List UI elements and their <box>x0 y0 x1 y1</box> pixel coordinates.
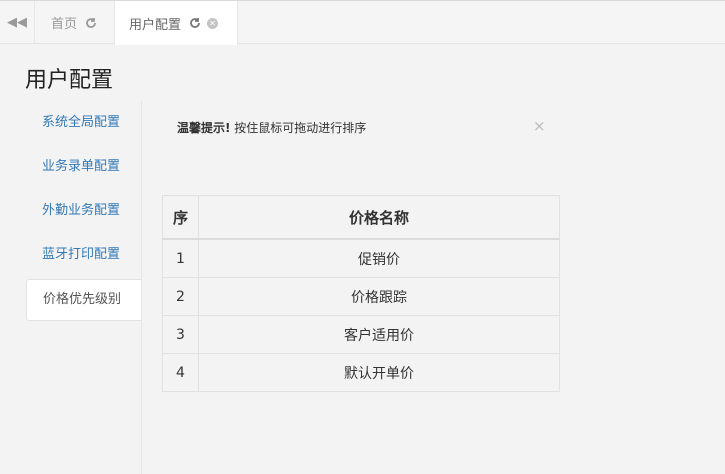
row-price-name: 客户适用价 <box>198 315 560 354</box>
row-price-name: 促销价 <box>198 238 560 278</box>
tab-scroll-left-button[interactable]: ◀◀ <box>0 1 34 44</box>
row-seq: 2 <box>162 277 199 316</box>
close-icon[interactable]: × <box>533 117 546 135</box>
column-header-price-name: 价格名称 <box>198 195 560 240</box>
sidebar-item-bluetooth-config[interactable]: 蓝牙打印配置 <box>26 233 142 277</box>
refresh-icon[interactable] <box>189 17 201 29</box>
column-header-seq: 序 <box>162 195 199 240</box>
sidebar-item-order-config[interactable]: 业务录单配置 <box>26 145 142 189</box>
double-left-arrow-icon: ◀◀ <box>7 15 27 30</box>
tip-text: 按住鼠标可拖动进行排序 <box>230 121 367 135</box>
price-priority-table: 序 价格名称 1 促销价 2 价格跟踪 3 客户适用价 4 默认开单价 <box>162 195 560 392</box>
page-title: 用户配置 <box>25 68 114 93</box>
table-row[interactable]: 1 促销价 <box>162 238 560 278</box>
refresh-icon[interactable] <box>85 17 97 29</box>
row-price-name: 默认开单价 <box>198 353 560 392</box>
sidebar-nav: 系统全局配置 业务录单配置 外勤业务配置 蓝牙打印配置 价格优先级别 <box>26 101 142 321</box>
row-price-name: 价格跟踪 <box>198 277 560 316</box>
tab-user-config[interactable]: 用户配置 ✕ <box>114 1 238 45</box>
table-row[interactable]: 4 默认开单价 <box>162 353 560 392</box>
sidebar-item-field-config[interactable]: 外勤业务配置 <box>26 189 142 233</box>
tab-home-label: 首页 <box>51 17 78 32</box>
tab-bar: ◀◀ 首页 用户配置 ✕ <box>0 0 725 45</box>
sidebar-item-price-priority[interactable]: 价格优先级别 <box>26 279 142 321</box>
tab-user-config-label: 用户配置 <box>129 17 182 33</box>
tip-alert: 温馨提示! 按住鼠标可拖动进行排序 <box>177 119 547 136</box>
close-icon[interactable]: ✕ <box>207 17 219 29</box>
sidebar-item-global-config[interactable]: 系统全局配置 <box>26 101 142 145</box>
row-seq: 1 <box>162 238 199 278</box>
tip-strong: 温馨提示! <box>177 121 231 135</box>
table-row[interactable]: 2 价格跟踪 <box>162 277 560 316</box>
row-seq: 3 <box>162 315 199 354</box>
table-header-row: 序 价格名称 <box>162 195 560 240</box>
row-seq: 4 <box>162 353 199 392</box>
content-divider <box>141 101 142 474</box>
table-row[interactable]: 3 客户适用价 <box>162 315 560 354</box>
tab-home[interactable]: 首页 <box>34 1 113 44</box>
